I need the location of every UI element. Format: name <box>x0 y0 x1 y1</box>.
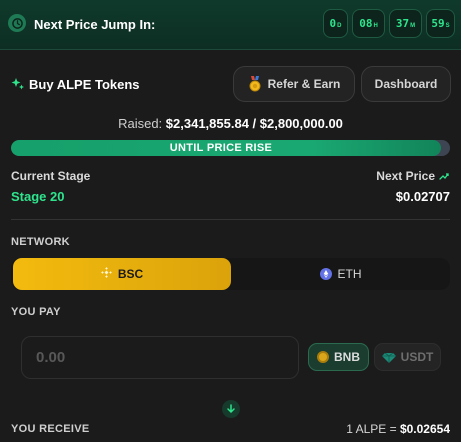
pay-amount-input[interactable] <box>21 336 299 379</box>
trend-up-icon <box>439 169 449 183</box>
you-receive-label: YOU RECEIVE <box>11 423 90 435</box>
token-bnb-label: BNB <box>334 350 360 364</box>
network-eth-option[interactable]: ETH <box>231 258 450 290</box>
network-eth-label: ETH <box>337 267 362 281</box>
timer-days-unit: D <box>337 23 342 29</box>
buy-title: Buy ALPE Tokens <box>29 77 140 92</box>
current-stage-value: Stage 20 <box>11 189 65 204</box>
medal-icon <box>248 76 262 92</box>
price-jump-header: Next Price Jump In: 0D 08 H 37 M 59 S <box>0 0 461 50</box>
timer-days: 0D <box>323 9 348 38</box>
arrow-down-icon[interactable] <box>222 400 240 418</box>
timer-seconds-unit: S <box>445 23 450 29</box>
exchange-rate-value: $0.02654 <box>399 422 450 436</box>
timer-days-value: 0 <box>329 17 337 30</box>
token-usdt-label: USDT <box>400 350 434 364</box>
raise-progress-label: UNTIL PRICE RISE <box>169 142 273 154</box>
clock-icon <box>8 14 26 32</box>
diamond-icon <box>381 352 396 363</box>
bnb-chain-icon <box>100 267 112 281</box>
next-price-label-group: Next Price <box>376 169 449 183</box>
next-price-value: $0.02707 <box>395 189 450 204</box>
sparkle-icon <box>11 77 25 96</box>
timer-seconds: 59 S <box>426 9 455 38</box>
token-bnb-button[interactable]: BNB <box>308 343 369 371</box>
network-toggle: BSC ETH <box>11 258 450 290</box>
network-bsc-option[interactable]: BSC <box>13 258 231 290</box>
timer-minutes-unit: M <box>410 23 416 29</box>
timer-minutes-value: 37 <box>395 17 410 30</box>
timer-seconds-value: 59 <box>431 17 445 30</box>
dashboard-button[interactable]: Dashboard <box>361 66 451 102</box>
current-stage-label: Current Stage <box>11 169 91 183</box>
raised-amount: $2,341,855.84 / $2,800,000.00 <box>165 116 343 131</box>
timer-minutes: 37 M <box>389 9 422 38</box>
countdown-timer: 0D 08 H 37 M 59 S <box>323 9 455 38</box>
exchange-rate-prefix: 1 ALPE = <box>346 422 397 436</box>
timer-hours: 08 H <box>352 9 385 38</box>
ethereum-icon <box>319 268 332 280</box>
raised-prefix: Raised: <box>118 116 163 131</box>
price-jump-label: Next Price Jump In: <box>34 17 156 32</box>
exchange-rate: 1 ALPE = $0.02654 <box>346 422 450 436</box>
raised-summary: Raised: $2,341,855.84 / $2,800,000.00 <box>0 116 461 131</box>
bnb-coin-icon <box>317 351 329 363</box>
next-price-label: Next Price <box>376 169 435 183</box>
refer-earn-button[interactable]: Refer & Earn <box>233 66 355 102</box>
timer-hours-value: 08 <box>359 17 373 30</box>
timer-hours-unit: H <box>373 23 378 29</box>
token-usdt-button[interactable]: USDT <box>374 343 441 371</box>
you-pay-label: YOU PAY <box>11 306 61 318</box>
section-divider <box>11 219 450 220</box>
network-label: NETWORK <box>11 236 70 248</box>
network-bsc-label: BSC <box>117 267 144 281</box>
refer-earn-label: Refer & Earn <box>267 77 341 91</box>
